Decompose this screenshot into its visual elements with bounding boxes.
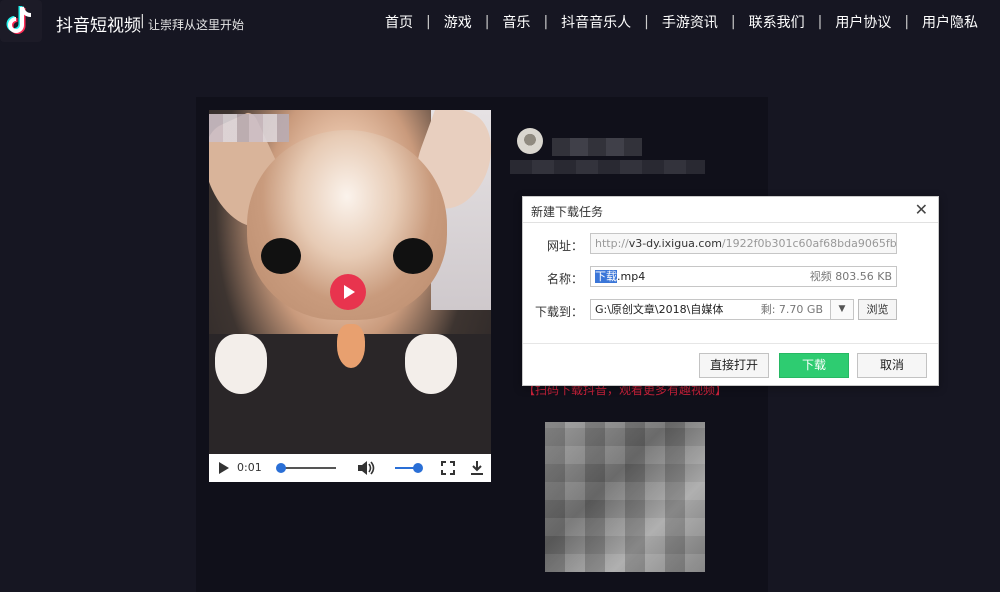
free-space: 剩: 7.70 GB [760,303,823,316]
pixelated-watermark [209,114,289,142]
dialog-title: 新建下载任务 [531,205,604,219]
nav-user-agreement[interactable]: 用户协议 [822,12,904,32]
url-host: v3-dy.ixigua.com [628,237,722,250]
filename-extension: .mp4 [617,270,646,283]
nav-music[interactable]: 音乐 [489,12,543,32]
save-path-field[interactable]: G:\原创文章\2018\自媒体 剩: 7.70 GB [590,299,854,320]
nav-home[interactable]: 首页 [372,12,426,32]
dog-paw-left [215,334,267,394]
current-time: 0:01 [237,461,262,474]
volume-thumb[interactable] [413,463,423,473]
play-button[interactable] [330,274,366,310]
main-nav: 首页 | 游戏 | 音乐 | 抖音音乐人 | 手游资讯 | 联系我们 | 用户协… [372,12,991,32]
download-dialog: 新建下载任务 ✕ 网址： http://v3-dy.ixigua.com/192… [522,196,939,386]
url-scheme: http:// [595,237,629,250]
tiktok-logo-icon[interactable] [0,0,42,42]
file-size: 视频 803.56 KB [809,270,892,283]
url-label: 网址： [546,239,583,253]
nav-games[interactable]: 游戏 [431,12,485,32]
filename-label: 名称： [546,272,583,286]
dog-eye-left [261,238,301,274]
nav-musicians[interactable]: 抖音音乐人 [548,12,644,32]
author-name-blurred [552,138,642,156]
url-path: /1922f0b301c60af68bda9065fb1c2a [721,237,897,250]
progress-bar[interactable] [278,467,336,469]
cancel-button[interactable]: 取消 [857,353,927,378]
close-icon[interactable]: ✕ [915,202,928,218]
progress-thumb[interactable] [276,463,286,473]
url-field[interactable]: http://v3-dy.ixigua.com/1922f0b301c60af6… [590,233,897,254]
site-name[interactable]: 抖音短视频 [56,11,141,36]
dog-tongue [337,324,365,368]
volume-icon[interactable] [357,460,375,476]
filename-field[interactable]: 下载.mp4 视频 803.56 KB [590,266,897,287]
dog-eye-right [393,238,433,274]
fullscreen-icon[interactable] [441,461,455,475]
video-player[interactable] [209,110,491,454]
video-controls: 0:01 [209,454,491,482]
qr-code-pixelated [545,422,705,572]
nav-contact[interactable]: 联系我们 [736,12,818,32]
browse-button[interactable]: 浏览 [858,299,897,320]
download-icon[interactable] [470,460,484,476]
filename-selected-text: 下载 [595,270,617,283]
nav-game-news[interactable]: 手游资讯 [649,12,731,32]
open-directly-button[interactable]: 直接打开 [699,353,769,378]
save-location-label: 下载到： [534,305,583,319]
dialog-footer-divider [523,343,938,344]
chevron-down-icon[interactable]: ▼ [830,299,854,320]
title-separator: | [140,13,145,29]
description-blurred [510,160,705,174]
author-avatar[interactable] [517,128,543,154]
dog-paw-right [405,334,457,394]
play-icon[interactable] [219,462,229,474]
site-slogan: 让崇拜从这里开始 [148,18,245,32]
nav-privacy[interactable]: 用户隐私 [909,12,991,32]
site-header: 抖音短视频 | 让崇拜从这里开始 首页 | 游戏 | 音乐 | 抖音音乐人 | … [0,0,1000,44]
download-button[interactable]: 下载 [779,353,849,378]
save-path: G:\原创文章\2018\自媒体 [595,303,724,316]
dialog-divider [523,222,938,223]
